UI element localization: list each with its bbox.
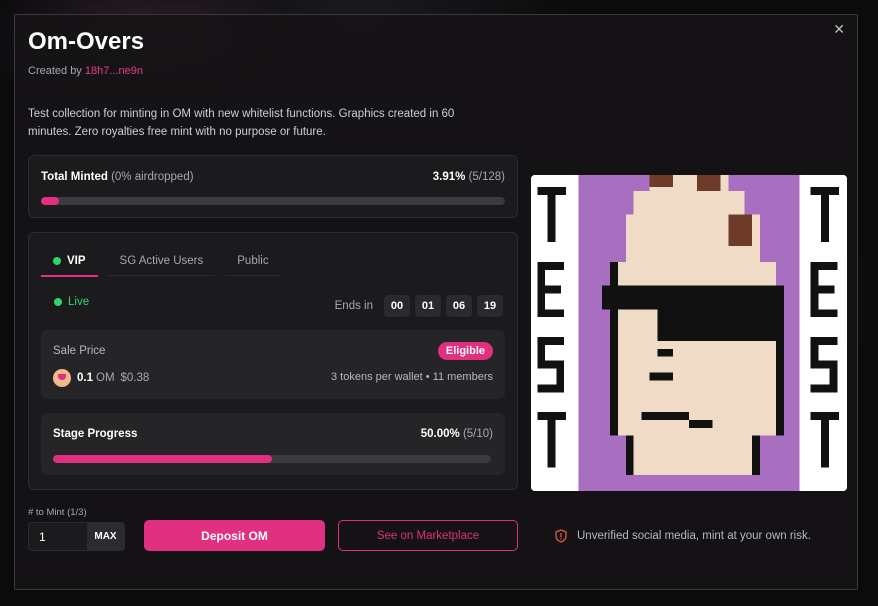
art-outline [752, 435, 761, 476]
ends-in-label: Ends in [334, 300, 373, 312]
art-hair [696, 175, 721, 191]
art-outline [610, 261, 618, 436]
collection-artwork [531, 175, 847, 491]
art-letter-e-right [810, 285, 835, 294]
collection-description: Test collection for minting in OM with n… [28, 108, 455, 138]
price-currency: OM [96, 372, 115, 384]
art-hair [649, 175, 674, 187]
countdown-hours: 01 [415, 295, 441, 317]
creator-address-link[interactable]: 18h7...ne9n [85, 65, 143, 77]
stage-progress-label: Stage Progress [53, 428, 138, 440]
art-letter-e-left [537, 261, 565, 270]
creator-line: Created by 18h7...ne9n [28, 65, 143, 77]
stage-percent-value: 50.00% [420, 428, 460, 440]
total-minted-progress-fill [41, 197, 60, 205]
art-sunglasses [602, 285, 784, 310]
created-by-label: Created by [28, 65, 85, 77]
pixel-art-image [531, 175, 847, 491]
countdown-minutes: 06 [446, 295, 472, 317]
stage-progress-panel: Stage Progress 50.00% (5/10) [41, 413, 505, 475]
countdown-days: 00 [384, 295, 410, 317]
art-letter-e-left [537, 309, 565, 318]
art-sunglasses [657, 309, 784, 341]
stage-count: (5/10) [462, 428, 493, 440]
stage-progress-percent: 50.00% (5/10) [421, 428, 493, 440]
collection-title: Om-Overs [28, 28, 145, 55]
art-letter-t-right [820, 186, 829, 243]
price-row: 0.1 OM $0.38 [53, 369, 149, 387]
art-letter-e-right [810, 309, 838, 318]
ends-in-countdown: Ends in 00 01 06 19 [335, 295, 503, 317]
art-head [633, 190, 745, 215]
live-label: Live [68, 296, 90, 308]
live-status: Live [54, 296, 89, 308]
art-letter-s-right [810, 384, 838, 393]
price-amount: 0.1 [77, 372, 93, 384]
total-minted-label: Total Minted (0% airdropped) [41, 171, 194, 183]
sale-price-label: Sale Price [53, 345, 106, 357]
art-letter-t-left [547, 186, 556, 243]
minted-percent-value: 3.91% [432, 171, 466, 183]
art-outline [775, 285, 784, 436]
total-minted-progress-bar [41, 197, 505, 205]
art-hair [728, 214, 753, 247]
minted-count: (5/128) [468, 171, 505, 183]
stage-card: VIP SG Active Users Public Live Ends in … [28, 232, 518, 490]
stage-progress-bar [53, 455, 491, 463]
art-mouth [641, 412, 689, 420]
eligible-badge: Eligible [437, 342, 493, 360]
quantity-stepper: MAX [28, 522, 125, 551]
max-button[interactable]: MAX [87, 523, 124, 550]
tab-public-label: Public [237, 255, 269, 267]
om-token-icon [53, 369, 71, 387]
to-mint-label: # to Mint (1/3) [28, 507, 87, 518]
art-letter-s-left [537, 384, 565, 393]
total-minted-title: Total Minted [41, 171, 108, 183]
tab-vip-label: VIP [67, 255, 86, 267]
close-icon[interactable]: ✕ [833, 21, 845, 38]
see-on-marketplace-button[interactable]: See on Marketplace [338, 520, 518, 551]
total-minted-card: Total Minted (0% airdropped) 3.91% (5/12… [28, 155, 518, 218]
total-minted-percent: 3.91% (5/128) [433, 171, 505, 183]
art-mouth [689, 419, 713, 428]
airdropped-note: (0% airdropped) [111, 171, 194, 183]
art-letter-e-left [537, 285, 562, 294]
tab-sg-label: SG Active Users [119, 255, 204, 267]
sale-price-panel: Sale Price Eligible 0.1 OM $0.38 3 token… [41, 330, 505, 399]
tab-public[interactable]: Public [225, 247, 281, 276]
art-letter-t-left [547, 412, 556, 468]
shield-warning-icon [555, 529, 567, 543]
deposit-om-button[interactable]: Deposit OM [144, 520, 325, 551]
live-dot-icon [54, 298, 62, 306]
art-letter-t-right [820, 412, 829, 468]
stage-progress-fill [53, 455, 272, 463]
art-nose [649, 372, 674, 381]
stage-tabs: VIP SG Active Users Public [41, 247, 291, 277]
risk-warning-text: Unverified social media, mint at your ow… [577, 530, 811, 542]
countdown-seconds: 19 [477, 295, 503, 317]
risk-warning: Unverified social media, mint at your ow… [555, 529, 811, 543]
quantity-input[interactable] [29, 523, 87, 550]
art-letter-e-right [810, 261, 838, 270]
active-dot-icon [53, 257, 61, 265]
art-nose [657, 348, 674, 357]
art-chin [625, 435, 761, 476]
mint-modal: ✕ Om-Overs Created by 18h7...ne9n Test c… [14, 14, 858, 590]
price-usd: $0.38 [120, 372, 150, 384]
tab-vip[interactable]: VIP [41, 247, 98, 277]
tokens-per-wallet: 3 tokens per wallet • 11 members [331, 371, 493, 383]
art-outline [625, 435, 634, 476]
tab-sg-active-users[interactable]: SG Active Users [107, 247, 216, 276]
